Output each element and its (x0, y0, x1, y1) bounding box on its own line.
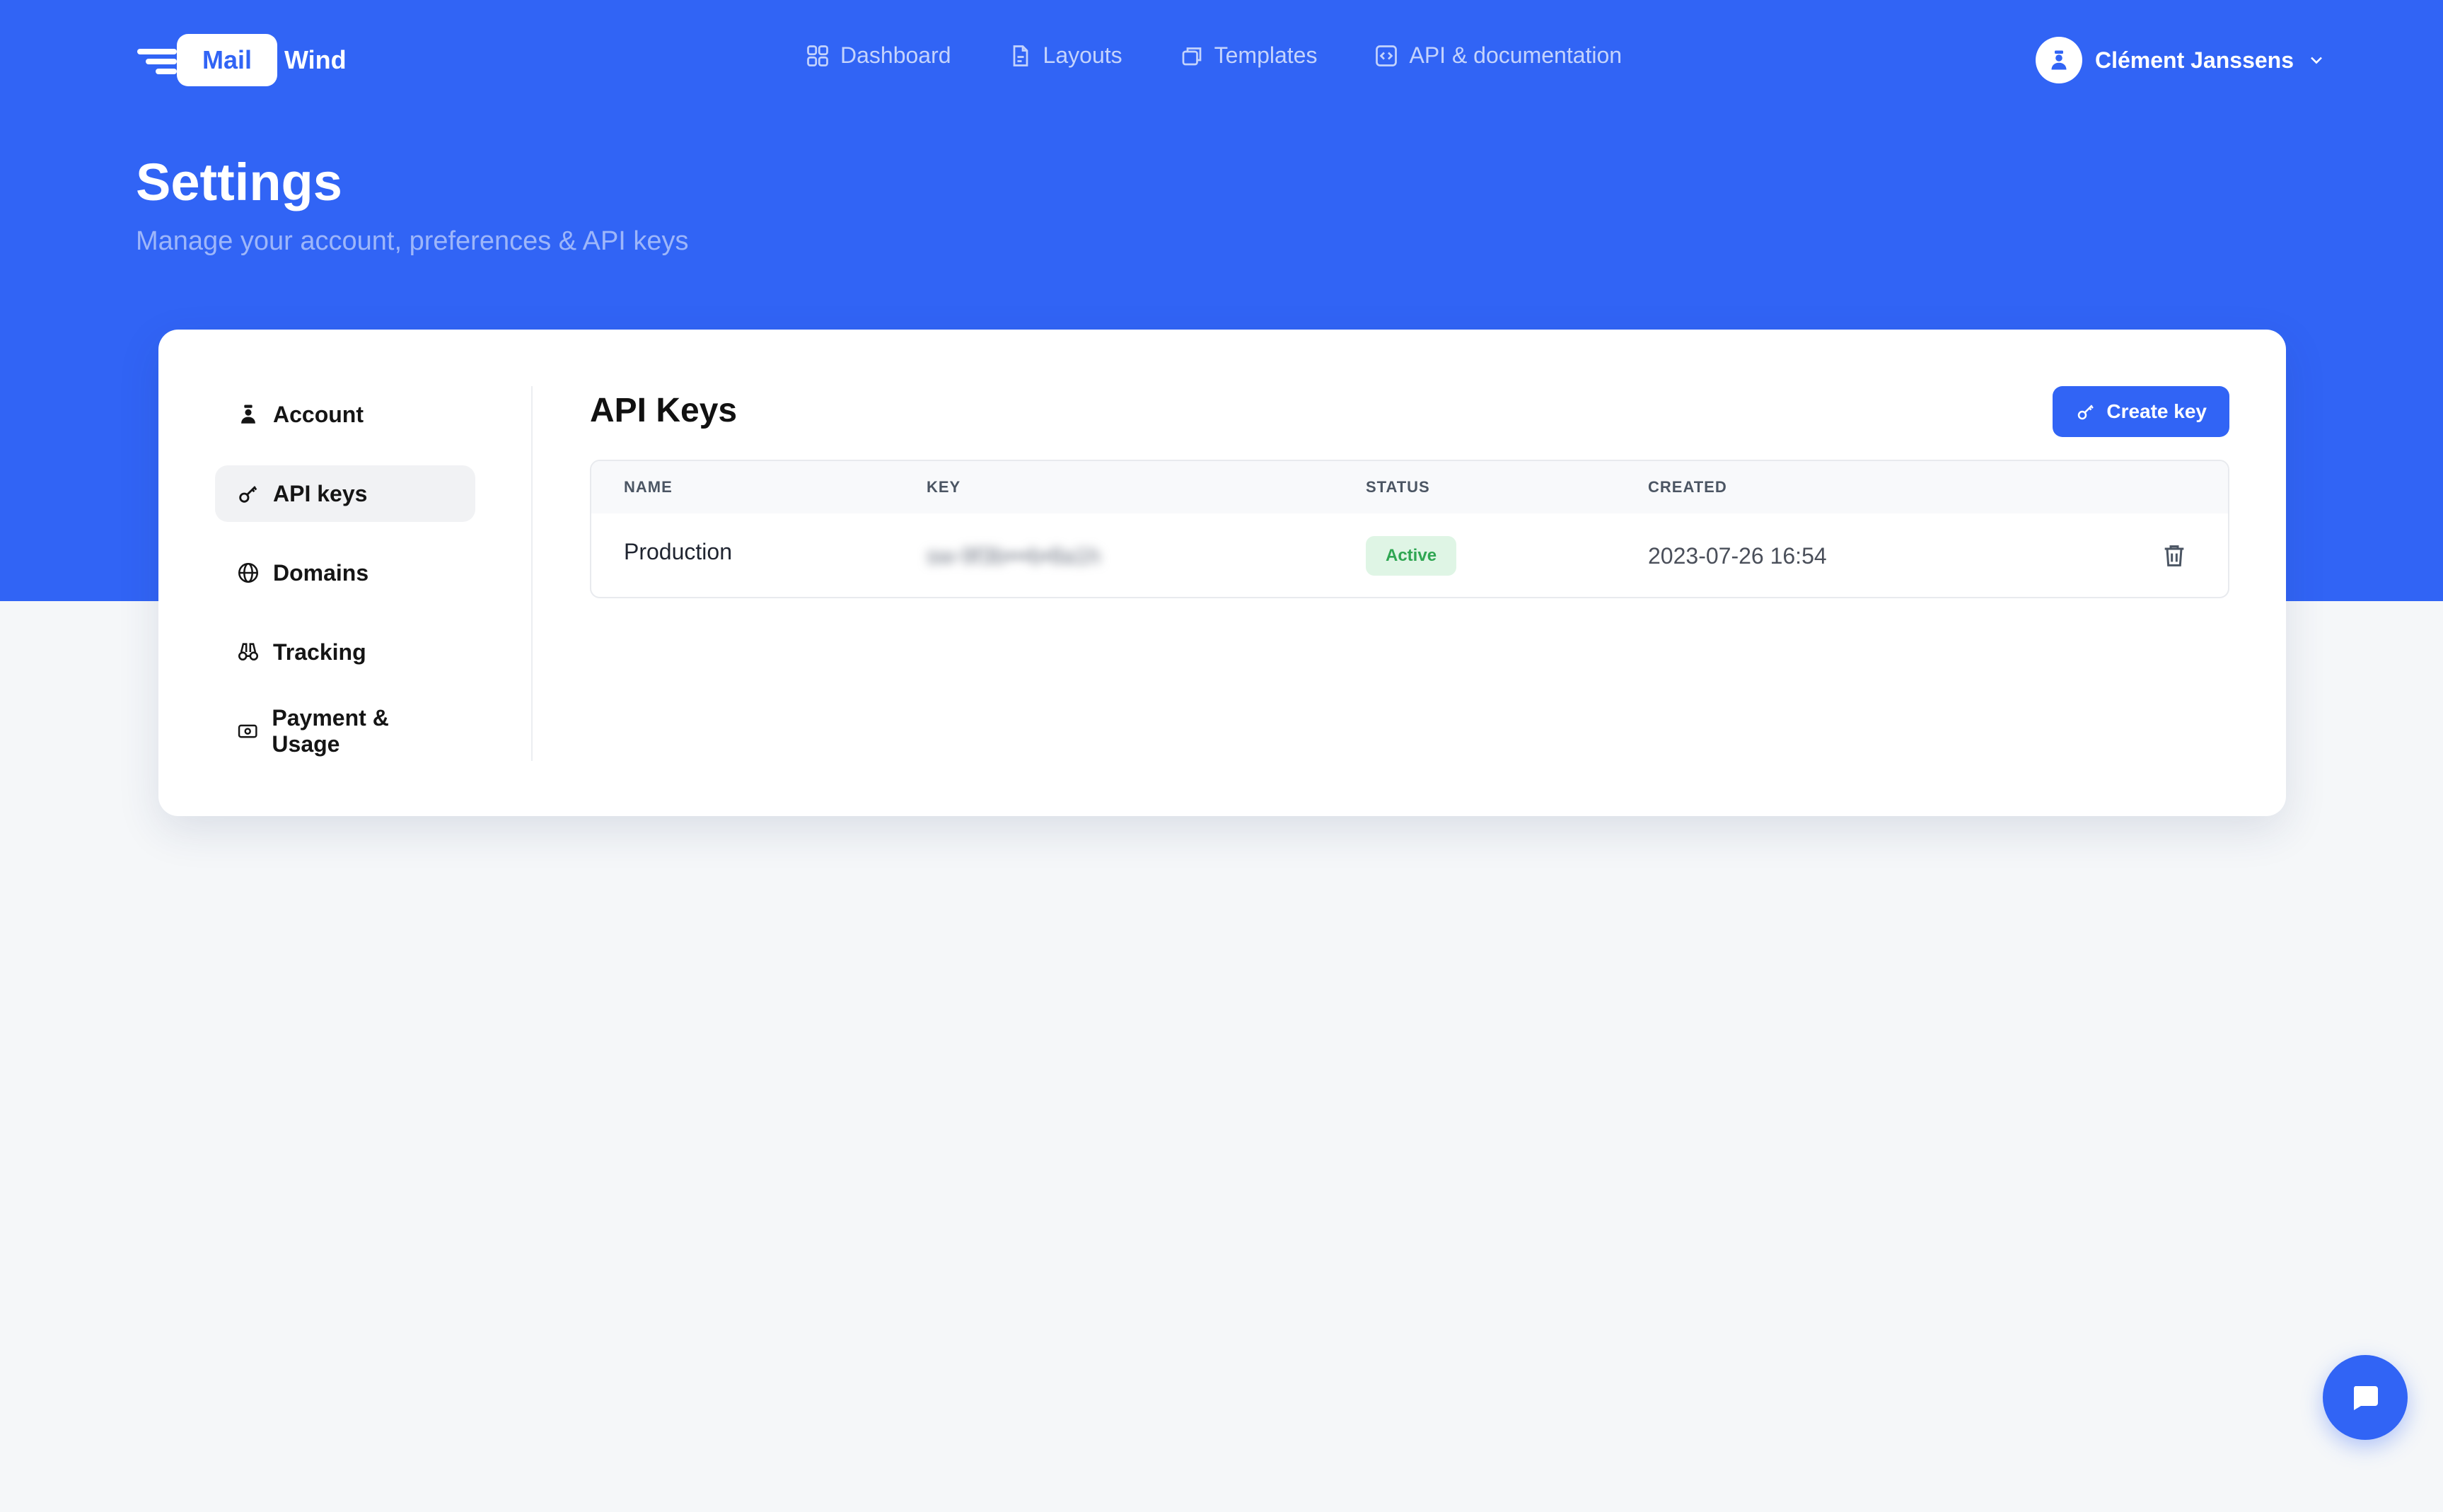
sidebar-item-label: Account (273, 401, 364, 427)
trash-icon[interactable] (2160, 542, 2188, 570)
sidebar-item-label: Payment & Usage (272, 705, 389, 757)
code-icon (1376, 45, 1398, 66)
column-header-key: KEY (927, 478, 961, 496)
globe-icon (238, 562, 259, 583)
sidebar-item-label: Tracking (273, 639, 366, 665)
sidebar-item-payment[interactable]: Payment & Usage (215, 703, 475, 760)
nav-item-dashboard[interactable]: Dashboard (805, 42, 951, 69)
document-icon (1013, 45, 1028, 66)
nav-item-label: Layouts (1043, 42, 1122, 68)
logo-mail-pill: Mail (177, 34, 278, 86)
page-title: Settings (136, 153, 342, 211)
sidebar-item-api-keys[interactable]: API keys (215, 465, 475, 522)
chevron-down-icon (2311, 57, 2322, 64)
nav-item-layouts[interactable]: Layouts (1008, 42, 1122, 69)
main-nav: Dashboard Layouts Templates API & docume… (805, 42, 1622, 69)
sidebar-item-domains[interactable]: Domains (215, 545, 475, 601)
sidebar-item-label: API keys (273, 480, 368, 506)
chat-bubble-icon (2353, 1386, 2378, 1410)
key-value[interactable]: sw-9f3b•••b•8a1h (927, 513, 1101, 597)
chat-button[interactable] (2323, 1355, 2408, 1440)
user-icon (241, 405, 255, 424)
page-subtitle: Manage your account, preferences & API k… (136, 226, 689, 256)
templates-icon (1182, 47, 1201, 65)
column-header-status: STATUS (1366, 478, 1430, 496)
nav-item-templates[interactable]: Templates (1179, 42, 1318, 69)
key-icon (2078, 405, 2094, 420)
binoculars-icon (238, 643, 259, 661)
key-name: Production (624, 539, 732, 564)
table-row[interactable]: Production sw-9f3b•••b•8a1h Active 2023-… (591, 513, 2228, 597)
section-title: API Keys (590, 392, 738, 429)
column-header-created: CREATED (1648, 478, 1727, 496)
top-navigation: Mail Wind Dashboard Layouts Templates AP… (0, 0, 2443, 120)
avatar (2036, 37, 2082, 83)
logo-speed-lines-icon (134, 39, 177, 81)
nav-item-api-docs[interactable]: API & documentation (1374, 42, 1622, 69)
user-icon (2051, 50, 2067, 70)
create-key-label: Create key (2106, 400, 2207, 422)
create-key-button[interactable]: Create key (2053, 386, 2229, 437)
created-timestamp: 2023-07-26 16:54 (1648, 543, 1827, 569)
logo[interactable]: Mail Wind (134, 34, 347, 86)
nav-item-label: API & documentation (1409, 42, 1623, 68)
sidebar-item-label: Domains (273, 559, 369, 586)
logo-wind-text: Wind (284, 45, 347, 74)
nav-item-label: Dashboard (840, 42, 951, 68)
settings-card: Account API keys Domains Tracking Paymen… (158, 330, 2286, 816)
user-name: Clément Janssens (2095, 47, 2294, 73)
status-badge: Active (1366, 536, 1457, 576)
settings-sidebar: Account API keys Domains Tracking Paymen… (215, 386, 475, 782)
column-header-name: NAME (624, 478, 673, 496)
money-icon (238, 724, 257, 738)
grid-icon (807, 45, 828, 66)
sidebar-divider (531, 386, 533, 761)
key-icon (239, 486, 257, 503)
sidebar-item-tracking[interactable]: Tracking (215, 624, 475, 680)
nav-item-label: Templates (1214, 42, 1318, 68)
sidebar-item-account[interactable]: Account (215, 386, 475, 443)
user-menu[interactable]: Clément Janssens (2036, 37, 2326, 83)
table-header: NAME KEY STATUS CREATED (591, 461, 2228, 513)
api-keys-table: NAME KEY STATUS CREATED Production sw-9f… (590, 460, 2229, 598)
